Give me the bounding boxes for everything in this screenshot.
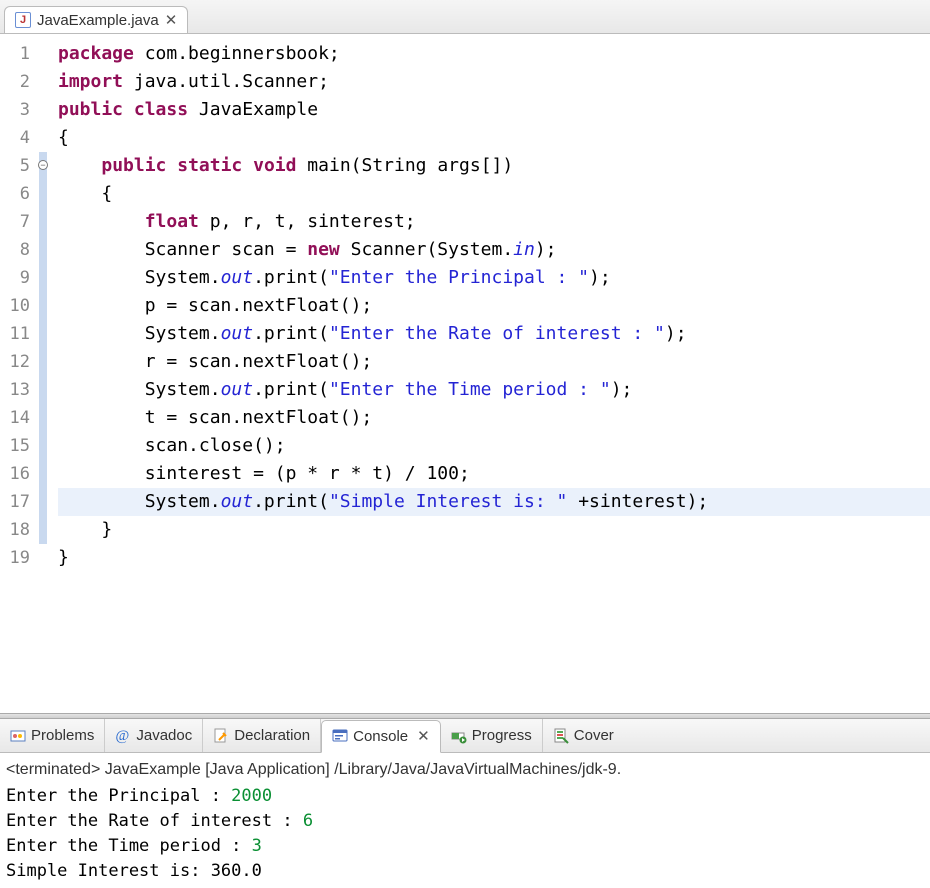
code-line[interactable]: System.out.print("Enter the Principal : … [58, 264, 930, 292]
console-line: Enter the Time period : 3 [6, 834, 924, 859]
code-line[interactable]: System.out.print("Enter the Rate of inte… [58, 320, 930, 348]
code-line[interactable]: scan.close(); [58, 432, 930, 460]
tab-progress[interactable]: Progress [441, 719, 543, 752]
code-line[interactable]: package com.beginnersbook; [58, 40, 930, 68]
line-number-gutter: 12345678910111213141516171819 [0, 34, 36, 713]
tab-coverage[interactable]: Cover [543, 719, 624, 752]
code-line[interactable]: public static void main(String args[]) [58, 152, 930, 180]
code-line[interactable]: { [58, 180, 930, 208]
code-line[interactable]: } [58, 544, 930, 572]
editor-tab-bar: J JavaExample.java ✕ [0, 0, 930, 34]
console-launch-header: <terminated> JavaExample [Java Applicati… [6, 757, 924, 784]
tab-label: Declaration [234, 727, 310, 744]
editor-tab-active[interactable]: J JavaExample.java ✕ [4, 6, 188, 33]
close-icon[interactable]: ✕ [417, 727, 430, 745]
progress-icon [451, 728, 467, 744]
declaration-icon [213, 728, 229, 744]
tab-problems[interactable]: Problems [0, 719, 105, 752]
console-line: Enter the Rate of interest : 6 [6, 809, 924, 834]
coverage-icon [553, 728, 569, 744]
code-editor[interactable]: 12345678910111213141516171819 − package … [0, 34, 930, 713]
code-line[interactable]: import java.util.Scanner; [58, 68, 930, 96]
javadoc-icon: @ [115, 728, 131, 744]
code-line[interactable]: p = scan.nextFloat(); [58, 292, 930, 320]
fold-toggle-icon[interactable]: − [38, 160, 48, 170]
java-file-icon: J [15, 12, 31, 28]
code-line[interactable]: public class JavaExample [58, 96, 930, 124]
console-output: Enter the Principal : 2000Enter the Rate… [6, 784, 924, 884]
tab-javadoc[interactable]: @ Javadoc [105, 719, 203, 752]
folding-strip[interactable]: − [36, 34, 50, 713]
tab-label: Problems [31, 727, 94, 744]
tab-console[interactable]: Console ✕ [321, 720, 441, 753]
problems-icon [10, 728, 26, 744]
tab-label: Cover [574, 727, 614, 744]
console-view[interactable]: <terminated> JavaExample [Java Applicati… [0, 753, 930, 888]
code-line[interactable]: System.out.print("Simple Interest is: " … [58, 488, 930, 516]
code-line[interactable]: { [58, 124, 930, 152]
code-line[interactable]: sinterest = (p * r * t) / 100; [58, 460, 930, 488]
view-tab-bar: Problems @ Javadoc Declaration Console ✕… [0, 719, 930, 753]
code-line[interactable]: } [58, 516, 930, 544]
tab-label: Javadoc [136, 727, 192, 744]
console-icon [332, 728, 348, 744]
code-line[interactable]: Scanner scan = new Scanner(System.in); [58, 236, 930, 264]
code-line[interactable]: r = scan.nextFloat(); [58, 348, 930, 376]
code-area[interactable]: package com.beginnersbook;import java.ut… [50, 34, 930, 713]
console-line: Simple Interest is: 360.0 [6, 859, 924, 884]
console-line: Enter the Principal : 2000 [6, 784, 924, 809]
code-line[interactable]: t = scan.nextFloat(); [58, 404, 930, 432]
editor-tab-label: JavaExample.java [37, 12, 159, 29]
tab-declaration[interactable]: Declaration [203, 719, 321, 752]
tab-label: Console [353, 728, 408, 745]
tab-label: Progress [472, 727, 532, 744]
code-line[interactable]: float p, r, t, sinterest; [58, 208, 930, 236]
code-line[interactable]: System.out.print("Enter the Time period … [58, 376, 930, 404]
close-icon[interactable]: ✕ [165, 11, 178, 29]
